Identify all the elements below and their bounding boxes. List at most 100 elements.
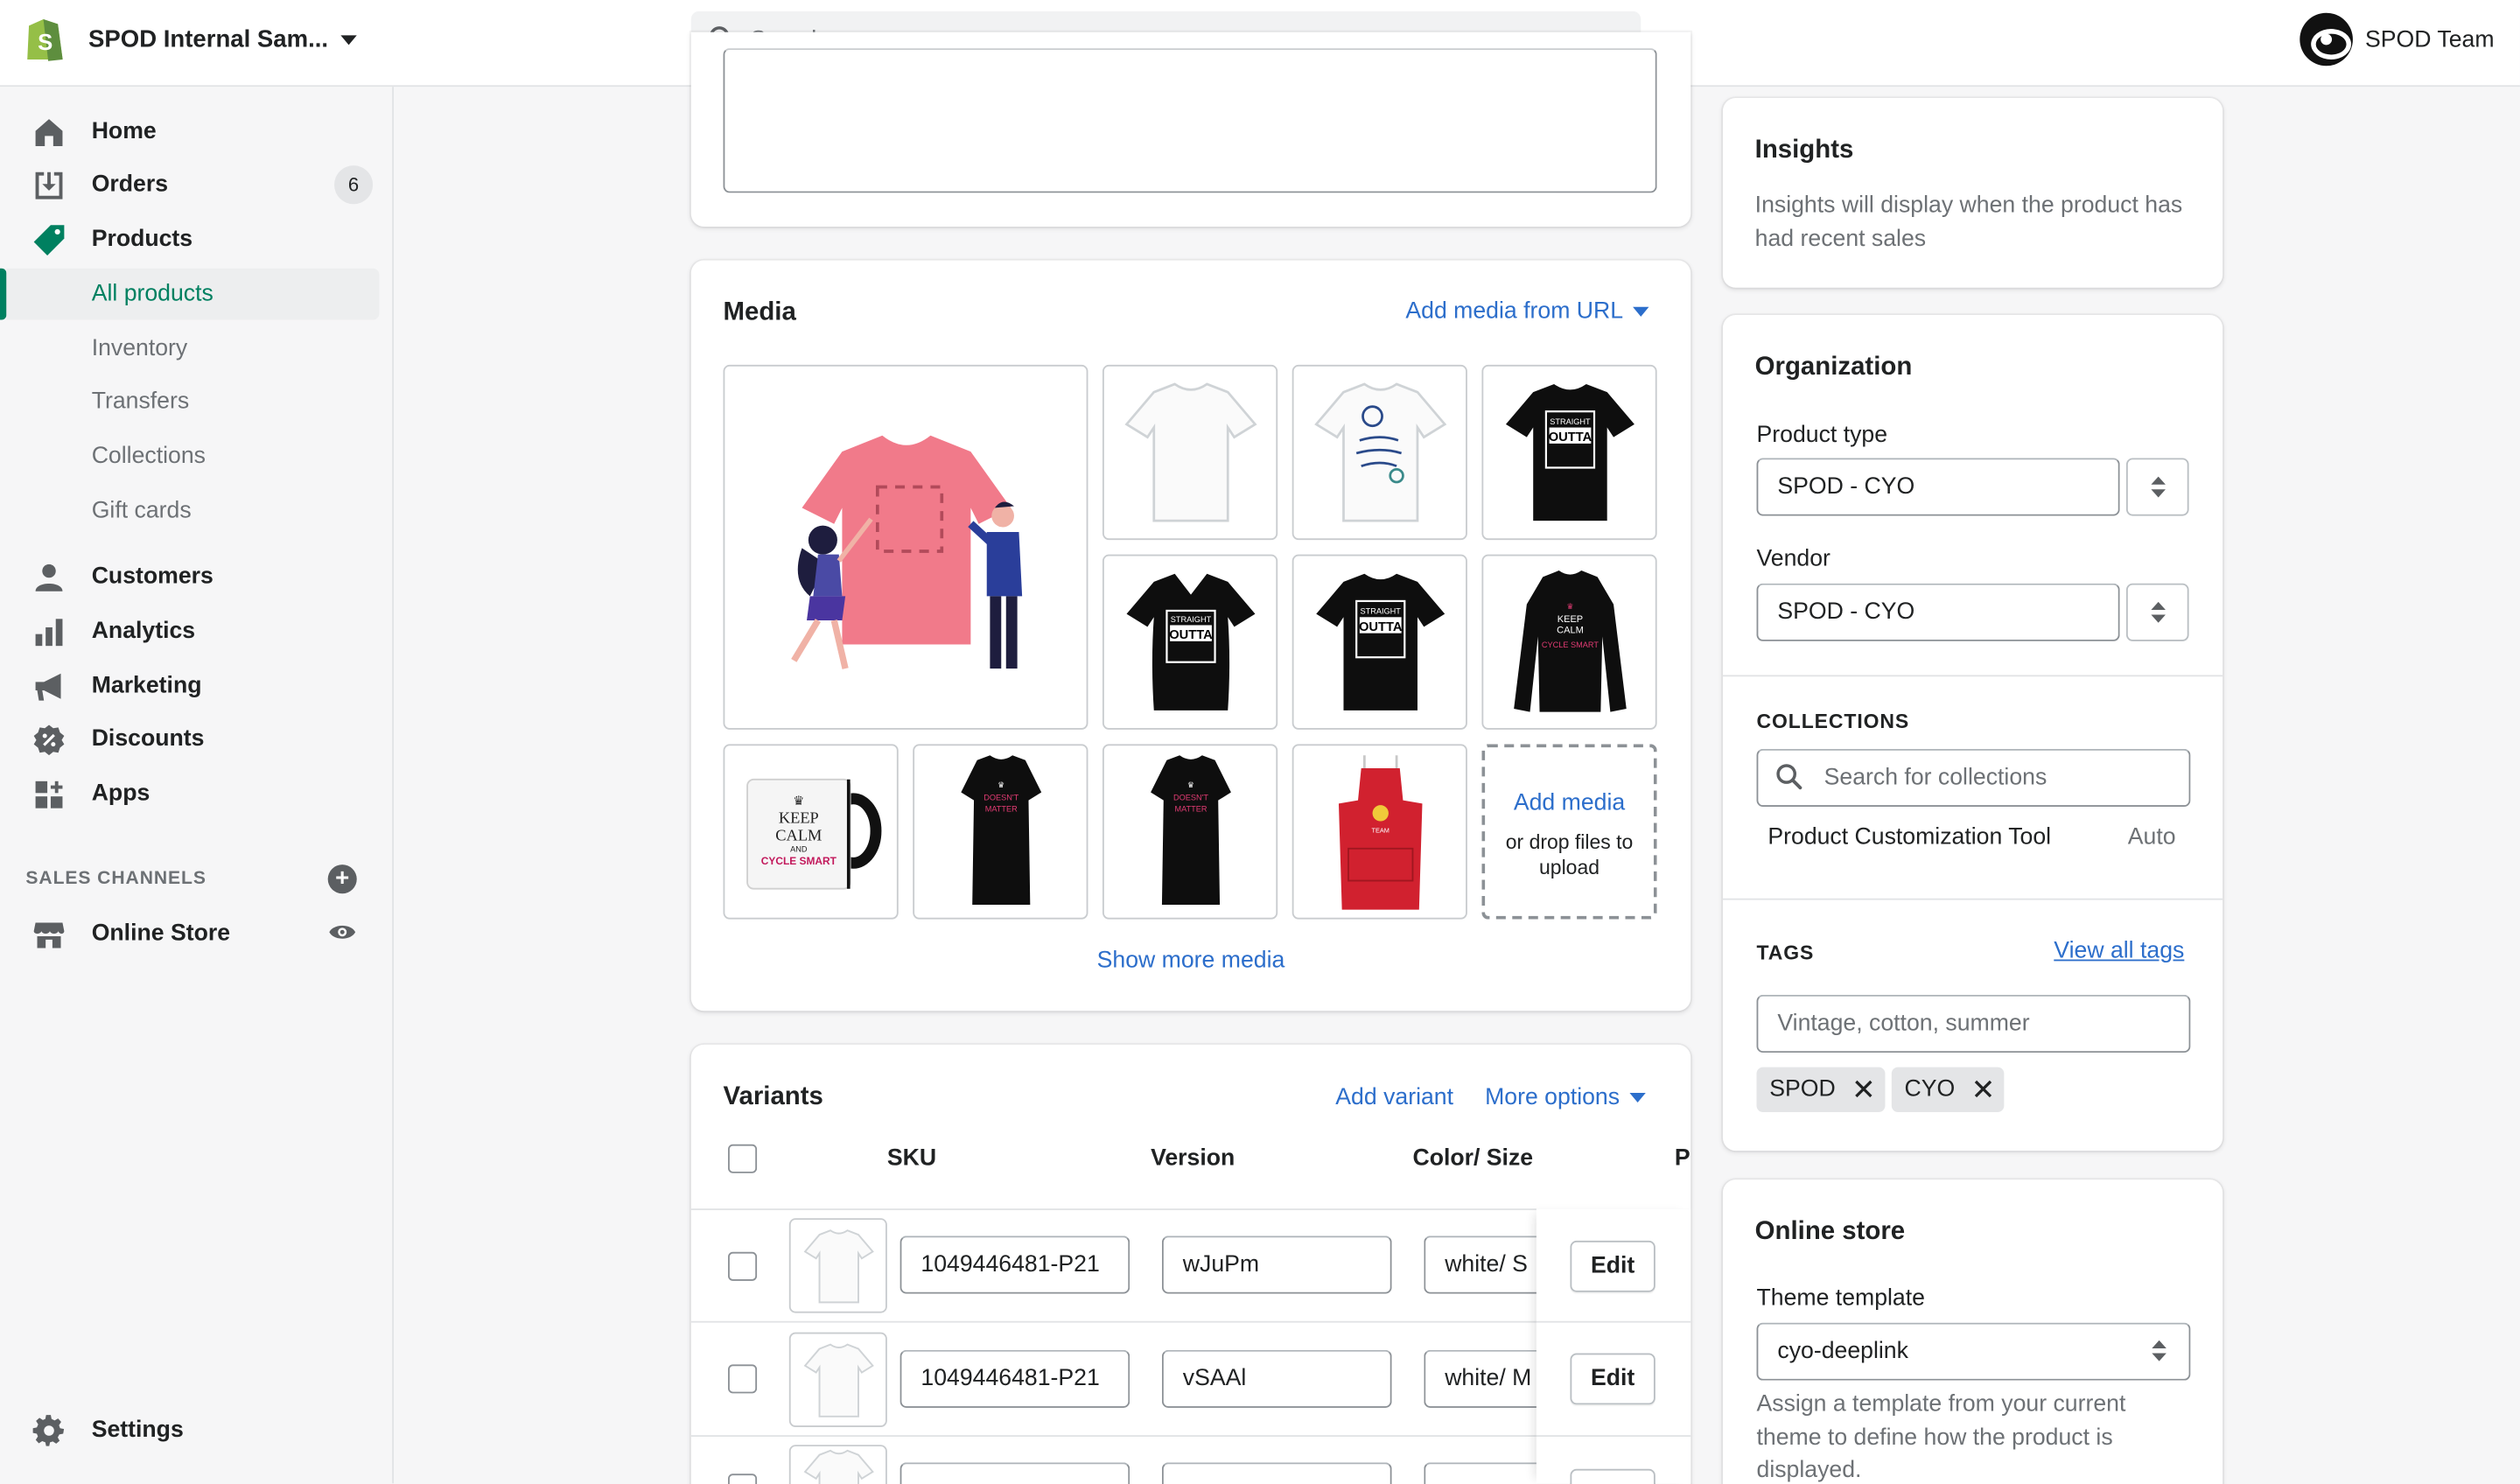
show-more-media-label: Show more media: [1096, 948, 1285, 975]
color-size-field[interactable]: [1424, 1462, 1553, 1484]
sidebar-item-discounts[interactable]: Discounts: [0, 713, 379, 765]
sidebar-item-settings[interactable]: Settings: [0, 1404, 379, 1456]
black-longsleeve-image: ♛ KEEPCALM CYCLE SMART: [1513, 570, 1626, 711]
svg-text:CYCLE SMART: CYCLE SMART: [761, 855, 837, 867]
media-item-mug-keep-calm[interactable]: ♛ KEEP CALM AND CYCLE SMART: [723, 744, 899, 920]
add-media-link[interactable]: Add media: [1485, 791, 1654, 816]
svg-text:♛: ♛: [1565, 601, 1572, 610]
black-dress-image: ♛ DOESN'T MATTER: [960, 754, 1041, 905]
more-options-button[interactable]: More options: [1485, 1084, 1646, 1111]
close-icon[interactable]: ✕: [1852, 1075, 1876, 1104]
media-item-black-tshirt-straight-outta-2[interactable]: OUTTA STRAIGHT: [1292, 554, 1467, 730]
row-checkbox[interactable]: [728, 1364, 758, 1394]
discount-icon: [33, 724, 65, 756]
organization-title: Organization: [1754, 354, 1913, 382]
search-icon: [1776, 764, 1802, 790]
collections-heading: COLLECTIONS: [1756, 710, 1910, 733]
sidebar-item-online-store[interactable]: Online Store: [0, 908, 379, 960]
gear-icon: [32, 1415, 65, 1446]
show-more-media-button[interactable]: Show more media: [691, 948, 1690, 974]
tags-input[interactable]: Vintage, cotton, summer: [1756, 994, 2191, 1054]
media-item-white-tshirt[interactable]: [1102, 364, 1278, 541]
variant-image[interactable]: [788, 1445, 887, 1484]
sku-field[interactable]: 1049446481-P21: [900, 1349, 1130, 1408]
sidebar-item-collections[interactable]: Collections: [0, 430, 379, 482]
media-item-t-shirt-illustration[interactable]: [723, 364, 1088, 730]
add-channel-icon[interactable]: +: [327, 864, 357, 894]
chevron-down-icon[interactable]: [340, 35, 357, 46]
white-tshirt-image: [802, 1449, 873, 1484]
column-header-color-size[interactable]: Color/ Size: [1412, 1146, 1533, 1172]
add-variant-button[interactable]: Add variant: [1335, 1085, 1453, 1110]
theme-template-label: Theme template: [1756, 1285, 1925, 1312]
media-item-white-tshirt-print[interactable]: [1292, 364, 1467, 541]
version-field[interactable]: [1161, 1462, 1392, 1484]
version-field[interactable]: wJuPm: [1161, 1236, 1392, 1294]
apps-icon: [35, 780, 63, 808]
collections-search-input[interactable]: Search for collections: [1756, 748, 2191, 808]
view-all-tags-link[interactable]: View all tags: [2054, 939, 2184, 964]
more-options-label: More options: [1485, 1084, 1620, 1111]
column-header-price[interactable]: P: [1675, 1146, 1690, 1172]
avatar: [2299, 12, 2353, 66]
column-header-version[interactable]: Version: [1151, 1146, 1235, 1172]
svg-text:CYCLE SMART: CYCLE SMART: [1541, 640, 1598, 648]
sku-field[interactable]: 1049446481-P21: [900, 1236, 1130, 1294]
version-field[interactable]: vSAAl: [1161, 1349, 1392, 1408]
theme-template-select[interactable]: cyo-deeplink: [1756, 1322, 2191, 1381]
row-checkbox[interactable]: [728, 1251, 758, 1281]
edit-variant-button[interactable]: [1570, 1468, 1656, 1484]
sidebar-item-products[interactable]: Products: [0, 214, 379, 265]
sidebar-item-home[interactable]: Home: [0, 106, 379, 158]
sidebar-item-transfers[interactable]: Transfers: [0, 376, 379, 428]
add-media-from-url-label: Add media from URL: [1405, 298, 1624, 326]
product-type-field[interactable]: SPOD - CYO: [1756, 458, 2120, 516]
megaphone-icon: [35, 673, 61, 701]
column-header-sku[interactable]: SKU: [887, 1146, 936, 1172]
sidebar-item-orders[interactable]: Orders 6: [0, 159, 379, 211]
sidebar-item-analytics[interactable]: Analytics: [0, 606, 379, 657]
add-variant-label: Add variant: [1335, 1084, 1454, 1111]
white-printed-tshirt-image: [1313, 382, 1446, 522]
media-item-red-apron[interactable]: TEAM: [1292, 744, 1467, 920]
section-divider: [1722, 675, 2223, 677]
sidebar-item-apps[interactable]: Apps: [0, 768, 379, 820]
media-item-black-tshirt-straight-outta[interactable]: OUTTA STRAIGHT: [1481, 364, 1657, 541]
media-item-black-dress-1[interactable]: ♛ DOESN'T MATTER: [913, 744, 1088, 920]
media-item-black-longsleeve-keep-calm[interactable]: ♛ KEEP CALM CYCLE SMART: [1481, 554, 1657, 730]
tag-label: SPOD: [1769, 1076, 1836, 1102]
shopify-logo-icon[interactable]: S: [23, 15, 66, 63]
store-name[interactable]: SPOD Internal Sam...: [88, 25, 328, 52]
select-all-checkbox[interactable]: [728, 1144, 758, 1173]
account-menu[interactable]: SPOD Team: [2299, 12, 2495, 66]
vendor-field[interactable]: SPOD - CYO: [1756, 583, 2120, 641]
description-editor[interactable]: [723, 48, 1657, 193]
color-size-field[interactable]: white/ S: [1424, 1236, 1553, 1294]
add-media-from-url-button[interactable]: Add media from URL: [1405, 298, 1649, 326]
variant-image[interactable]: [788, 1218, 887, 1313]
media-dropzone[interactable]: Add media or drop files to upload: [1481, 744, 1657, 920]
color-size-field[interactable]: white/ M: [1424, 1349, 1553, 1408]
sku-field[interactable]: [900, 1462, 1130, 1484]
media-item-black-vneck-straight-outta[interactable]: OUTTA STRAIGHT: [1102, 554, 1278, 730]
tags-heading: TAGS: [1756, 942, 1815, 965]
sidebar-item-marketing[interactable]: Marketing: [0, 661, 379, 712]
row-checkbox[interactable]: [728, 1474, 758, 1484]
white-tshirt-image: [802, 1342, 873, 1417]
close-icon[interactable]: ✕: [1971, 1075, 1996, 1104]
variant-image[interactable]: [788, 1332, 887, 1427]
sidebar-item-customers[interactable]: Customers: [0, 551, 379, 603]
illustration-image: [790, 434, 1022, 668]
vendor-dropdown-button[interactable]: [2125, 583, 2189, 641]
sidebar-item-label: All products: [91, 281, 214, 307]
sidebar-item-inventory[interactable]: Inventory: [0, 323, 379, 374]
product-type-dropdown-button[interactable]: [2125, 458, 2189, 516]
sidebar-item-all-products[interactable]: All products: [6, 268, 380, 320]
edit-variant-button[interactable]: Edit: [1570, 1240, 1656, 1292]
media-item-black-dress-2[interactable]: ♛ DOESN'T MATTER: [1102, 744, 1278, 920]
sidebar-item-label: Discounts: [91, 726, 205, 752]
edit-variant-button[interactable]: Edit: [1570, 1353, 1656, 1405]
sidebar-item-gift-cards[interactable]: Gift cards: [0, 486, 379, 537]
eye-icon[interactable]: [328, 920, 357, 943]
sidebar-item-label: Transfers: [91, 388, 190, 415]
